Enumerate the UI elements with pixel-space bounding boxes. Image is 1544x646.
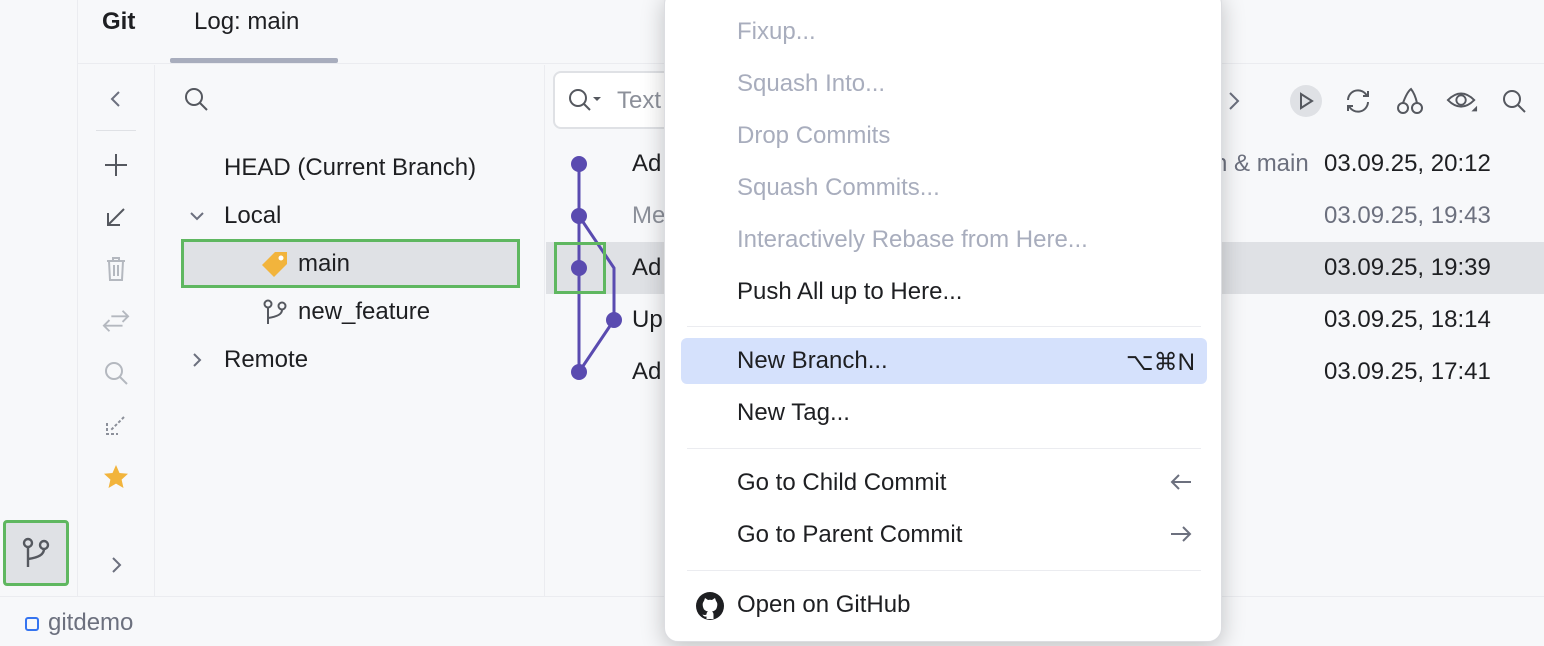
trash-icon[interactable]	[102, 255, 130, 283]
menu-item-push-all[interactable]: Push All up to Here...	[681, 269, 1207, 315]
branches-tree: HEAD (Current Branch) Local main new_fea…	[156, 65, 545, 596]
toolbar-separator	[96, 130, 136, 131]
collapse-left-icon[interactable]	[102, 85, 130, 113]
compare-icon[interactable]	[102, 307, 130, 335]
menu-item-label: Go to Parent Commit	[737, 521, 963, 548]
menu-item-label: Open on GitHub	[737, 591, 911, 618]
commit-node	[606, 312, 622, 328]
branch-item-new-feature[interactable]: new_feature	[156, 289, 545, 335]
menu-item-squash-into[interactable]: Squash Into...	[681, 61, 1207, 107]
fetch-icon[interactable]	[102, 411, 130, 439]
git-branch-icon	[22, 537, 50, 567]
cherry-pick-icon[interactable]	[1394, 85, 1426, 117]
arrow-left-icon	[1167, 468, 1195, 496]
local-group-label: Local	[224, 202, 282, 229]
selected-commit-highlight	[554, 242, 606, 294]
menu-item-open-github[interactable]: Open on GitHub	[681, 582, 1207, 628]
expand-right-icon[interactable]	[102, 551, 130, 579]
search-dropdown-icon	[569, 89, 601, 111]
project-icon	[25, 617, 39, 631]
favorite-star-icon[interactable]	[102, 463, 130, 491]
menu-item-label: Fixup...	[737, 18, 816, 45]
tab-log-main[interactable]: Log: main	[194, 8, 299, 36]
head-label: HEAD (Current Branch)	[224, 154, 477, 181]
active-tab-indicator	[170, 58, 338, 63]
filter-placeholder: Text	[617, 87, 662, 114]
eye-icon[interactable]	[1446, 85, 1478, 117]
menu-item-new-branch[interactable]: New Branch... ⌥⌘N	[681, 338, 1207, 384]
menu-item-label: Go to Child Commit	[737, 469, 947, 496]
commit-subject: Ad	[632, 254, 662, 281]
play-icon[interactable]	[1290, 85, 1322, 117]
menu-separator	[687, 570, 1201, 571]
navigate-right-icon[interactable]	[1218, 85, 1250, 117]
commit-date: 03.09.25, 17:41	[1324, 358, 1491, 385]
menu-item-drop-commits[interactable]: Drop Commits	[681, 113, 1207, 159]
commit-date: 03.09.25, 19:39	[1324, 254, 1491, 281]
menu-item-label: Squash Into...	[737, 70, 886, 97]
refresh-icon[interactable]	[1342, 85, 1374, 117]
tool-window-title: Git	[102, 8, 136, 35]
branch-item-main[interactable]: main	[156, 241, 545, 287]
shortcut-label: ⌥⌘N	[1126, 349, 1195, 376]
commit-subject: Up	[632, 306, 663, 333]
update-branch-icon[interactable]	[102, 203, 130, 231]
branch-group-remote[interactable]: Remote	[156, 337, 545, 383]
github-icon	[696, 592, 724, 620]
commit-date: 03.09.25, 20:12	[1324, 150, 1491, 177]
branch-label-new-feature: new_feature	[298, 298, 431, 325]
tool-window-strip	[0, 0, 78, 596]
menu-item-label: Push All up to Here...	[737, 278, 963, 305]
commit-subject: Ad	[632, 358, 662, 385]
menu-separator	[687, 448, 1201, 449]
branch-icon	[263, 299, 287, 324]
commit-node	[571, 156, 587, 172]
chevron-right-icon	[193, 353, 202, 367]
git-tool-window-button[interactable]	[3, 520, 69, 586]
remote-group-label: Remote	[224, 346, 309, 373]
search-branch-icon[interactable]	[102, 359, 130, 387]
commit-node	[571, 208, 587, 224]
commit-date: 03.09.25, 18:14	[1324, 306, 1491, 333]
branch-group-local[interactable]: Local	[156, 193, 545, 239]
arrow-right-icon	[1167, 520, 1195, 548]
project-name[interactable]: gitdemo	[48, 609, 133, 637]
menu-item-label: New Branch...	[737, 347, 888, 374]
search-log-icon[interactable]	[1498, 85, 1530, 117]
menu-item-label: New Tag...	[737, 399, 850, 426]
commit-refs: n & main	[1214, 150, 1309, 177]
menu-item-label: Drop Commits	[737, 122, 891, 149]
commit-subject: Me	[632, 202, 666, 229]
menu-item-go-parent[interactable]: Go to Parent Commit	[681, 512, 1207, 558]
commit-date: 03.09.25, 19:43	[1324, 202, 1491, 229]
branch-head[interactable]: HEAD (Current Branch)	[156, 145, 545, 191]
commit-node	[571, 364, 587, 380]
menu-item-new-tag[interactable]: New Tag...	[681, 390, 1207, 436]
menu-item-label: Squash Commits...	[737, 174, 940, 201]
menu-item-fixup[interactable]: Fixup...	[681, 9, 1207, 55]
menu-item-go-child[interactable]: Go to Child Commit	[681, 460, 1207, 506]
branch-label-main: main	[298, 250, 351, 277]
branches-toolbar	[78, 65, 155, 596]
add-icon[interactable]	[102, 151, 130, 179]
menu-item-interactive-rebase[interactable]: Interactively Rebase from Here...	[681, 217, 1207, 263]
chevron-down-icon	[190, 212, 204, 221]
tag-icon	[262, 252, 287, 277]
commit-subject: Ad	[632, 150, 662, 177]
menu-item-squash-commits[interactable]: Squash Commits...	[681, 165, 1207, 211]
menu-separator	[687, 326, 1201, 327]
search-icon[interactable]	[182, 85, 210, 113]
commit-context-menu: Fixup... Squash Into... Drop Commits Squ…	[664, 0, 1222, 642]
menu-item-label: Interactively Rebase from Here...	[737, 226, 1088, 253]
